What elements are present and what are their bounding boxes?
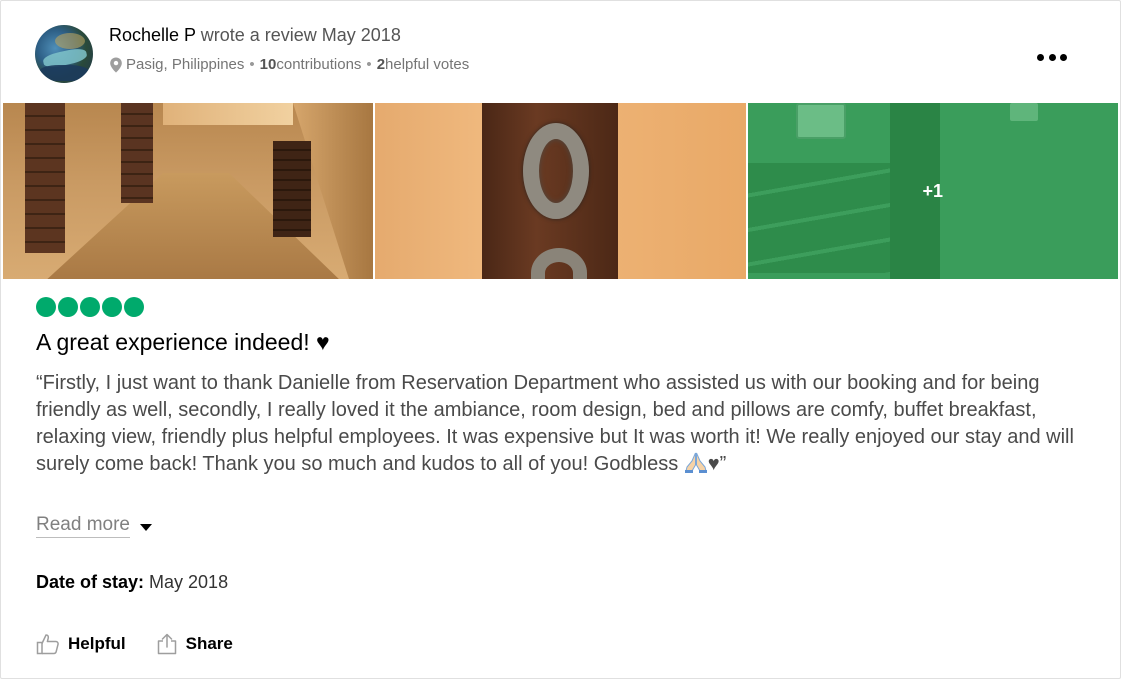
- folded-hands-emoji: [684, 452, 707, 473]
- rating-bubble: [102, 297, 122, 317]
- review-photo-hallway[interactable]: [3, 103, 374, 279]
- date-of-stay-label: Date of stay:: [36, 572, 145, 592]
- caret-down-icon: [140, 523, 152, 531]
- review-actions: Helpful Share: [36, 633, 233, 655]
- more-options-icon[interactable]: [1037, 47, 1067, 67]
- date-of-stay: Date of stay: May 2018: [36, 572, 228, 593]
- rating-bubble: [36, 297, 56, 317]
- review-title[interactable]: A great experience indeed! ♥: [36, 329, 330, 356]
- review-action-text: wrote a review May 2018: [195, 25, 401, 45]
- map-pin-icon: [110, 57, 122, 72]
- helpful-votes-count: 2: [376, 56, 386, 73]
- separator: •: [249, 56, 255, 73]
- share-button[interactable]: Share: [156, 633, 233, 655]
- review-card: Rochelle P wrote a review May 2018 Pasig…: [0, 0, 1121, 679]
- review-header: Rochelle P wrote a review May 2018 Pasig…: [35, 23, 1095, 83]
- helpful-button[interactable]: Helpful: [36, 633, 126, 655]
- read-more-link[interactable]: Read more: [36, 514, 152, 538]
- date-of-stay-value: May 2018: [144, 572, 229, 592]
- review-text: “Firstly, I just want to thank Danielle …: [36, 370, 1096, 478]
- read-more-label: Read more: [36, 514, 130, 538]
- review-photo-more[interactable]: +1: [747, 103, 1118, 279]
- review-photos: +1: [3, 103, 1118, 279]
- review-photo-room-number[interactable]: [375, 103, 746, 279]
- contributions-label: contributions: [276, 56, 362, 73]
- share-icon: [157, 633, 176, 655]
- helpful-label: Helpful: [68, 634, 126, 653]
- thumbs-up-icon: [36, 634, 59, 655]
- user-meta: Pasig, Philippines • 10 contributions • …: [109, 56, 469, 73]
- user-location: Pasig, Philippines: [126, 56, 245, 73]
- user-avatar[interactable]: [35, 25, 93, 83]
- review-body-text: “Firstly, I just want to thank Danielle …: [36, 372, 1074, 475]
- rating-bubble: [58, 297, 78, 317]
- separator: •: [366, 56, 372, 73]
- review-body-end: ♥”: [707, 453, 727, 475]
- more-photos-count: +1: [922, 180, 944, 201]
- contributions-count: 10: [259, 56, 277, 73]
- helpful-votes-label: helpful votes: [385, 56, 470, 73]
- user-name-link[interactable]: Rochelle P: [109, 25, 196, 45]
- rating-bubble: [124, 297, 144, 317]
- rating-bubbles: [36, 297, 144, 317]
- share-label: Share: [185, 634, 233, 653]
- rating-bubble: [80, 297, 100, 317]
- review-byline: Rochelle P wrote a review May 2018: [109, 25, 401, 46]
